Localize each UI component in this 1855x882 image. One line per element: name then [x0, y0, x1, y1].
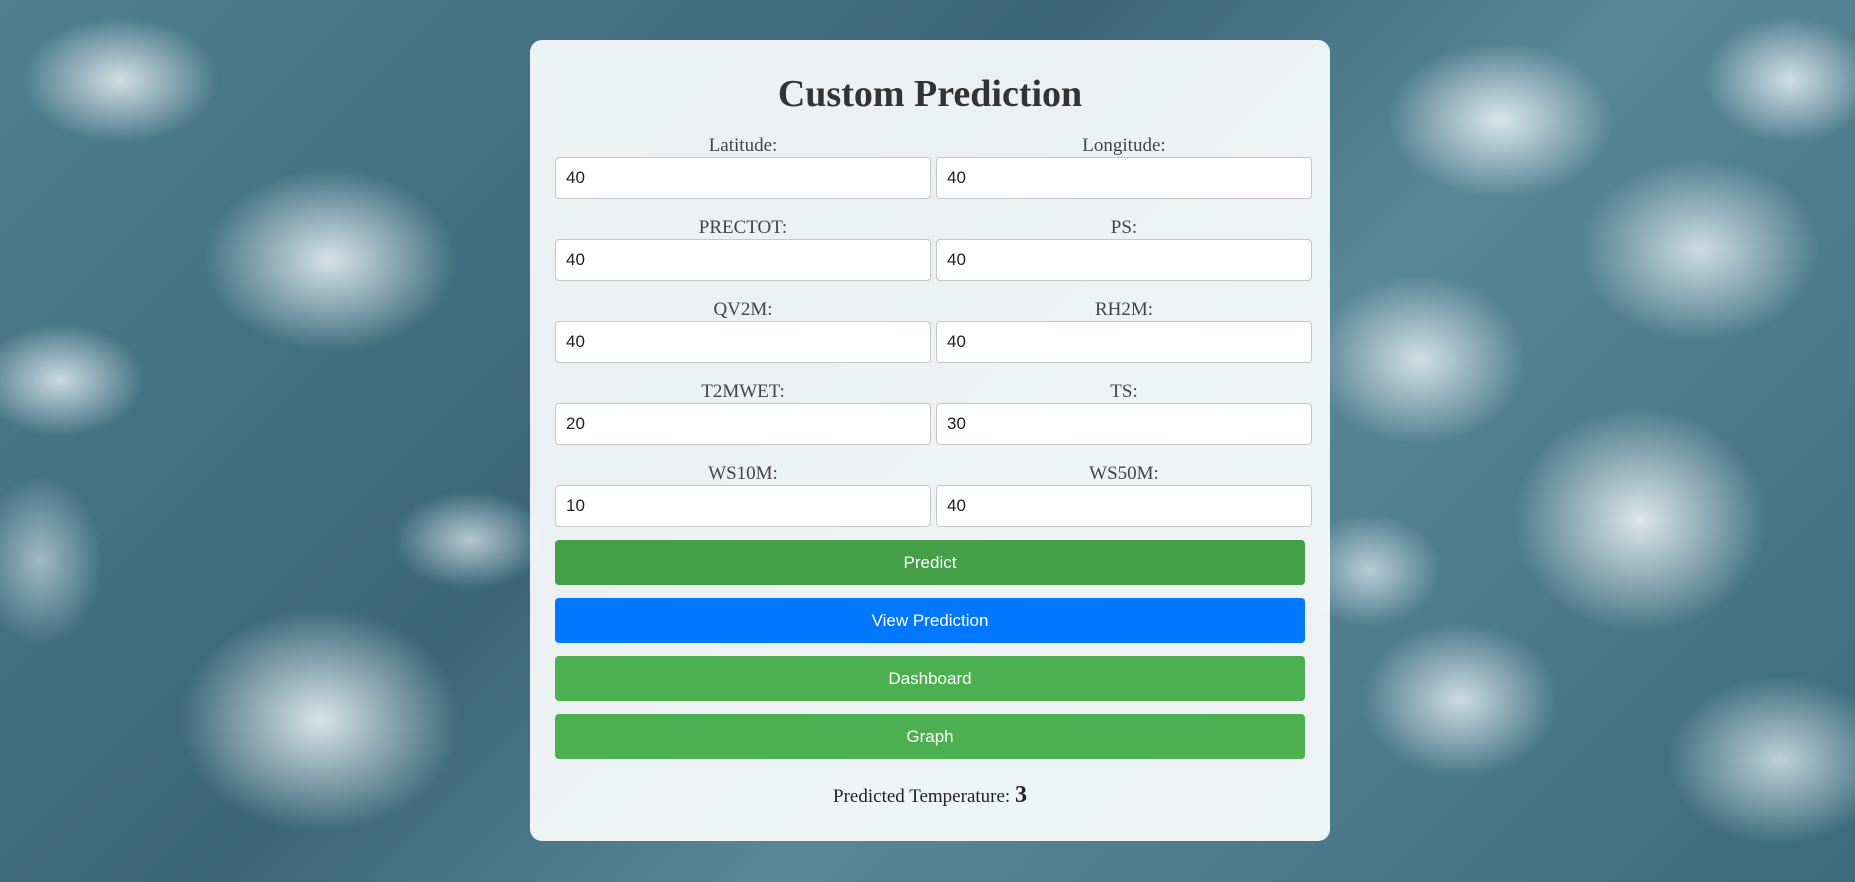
predict-button[interactable]: Predict — [555, 540, 1305, 585]
longitude-field-group: Longitude: — [936, 136, 1312, 199]
prectot-input[interactable] — [555, 239, 931, 281]
ps-label: PS: — [1110, 217, 1138, 238]
prectot-label: PRECTOT: — [698, 217, 788, 238]
ps-input[interactable] — [936, 239, 1312, 281]
t2mwet-field-group: T2MWET: — [555, 382, 931, 445]
ws10m-label: WS10M: — [708, 463, 778, 484]
latitude-label: Latitude: — [708, 135, 778, 156]
ws50m-input[interactable] — [936, 485, 1312, 527]
page-title: Custom Prediction — [777, 73, 1083, 115]
ts-label: TS: — [1110, 381, 1138, 402]
dashboard-button[interactable]: Dashboard — [555, 656, 1305, 701]
rh2m-input[interactable] — [936, 321, 1312, 363]
qv2m-input[interactable] — [555, 321, 931, 363]
view-prediction-button[interactable]: View Prediction — [555, 598, 1305, 643]
prediction-card: Custom Prediction Latitude: Longitude: P… — [530, 40, 1330, 841]
button-group: Predict View Prediction Dashboard Graph — [555, 540, 1305, 759]
rh2m-field-group: RH2M: — [936, 300, 1312, 363]
longitude-label: Longitude: — [1082, 135, 1166, 156]
ps-field-group: PS: — [936, 218, 1312, 281]
ts-field-group: TS: — [936, 382, 1312, 445]
result-value: 3 — [1014, 782, 1027, 808]
longitude-input[interactable] — [936, 157, 1312, 199]
prediction-form: Latitude: Longitude: PRECTOT: PS: QV2M: … — [555, 136, 1312, 759]
latitude-field-group: Latitude: — [555, 136, 931, 199]
ws50m-field-group: WS50M: — [936, 464, 1312, 527]
t2mwet-label: T2MWET: — [701, 381, 785, 402]
t2mwet-input[interactable] — [555, 403, 931, 445]
qv2m-field-group: QV2M: — [555, 300, 931, 363]
fields-grid: Latitude: Longitude: PRECTOT: PS: QV2M: … — [555, 136, 1312, 527]
rh2m-label: RH2M: — [1094, 299, 1154, 320]
qv2m-label: QV2M: — [713, 299, 773, 320]
ws10m-field-group: WS10M: — [555, 464, 931, 527]
graph-button[interactable]: Graph — [555, 714, 1305, 759]
prectot-field-group: PRECTOT: — [555, 218, 931, 281]
latitude-input[interactable] — [555, 157, 931, 199]
result-label: Predicted Temperature: — [833, 786, 1011, 807]
ws10m-input[interactable] — [555, 485, 931, 527]
ts-input[interactable] — [936, 403, 1312, 445]
prediction-result: Predicted Temperature: 3 — [555, 782, 1305, 809]
ws50m-label: WS50M: — [1089, 463, 1159, 484]
